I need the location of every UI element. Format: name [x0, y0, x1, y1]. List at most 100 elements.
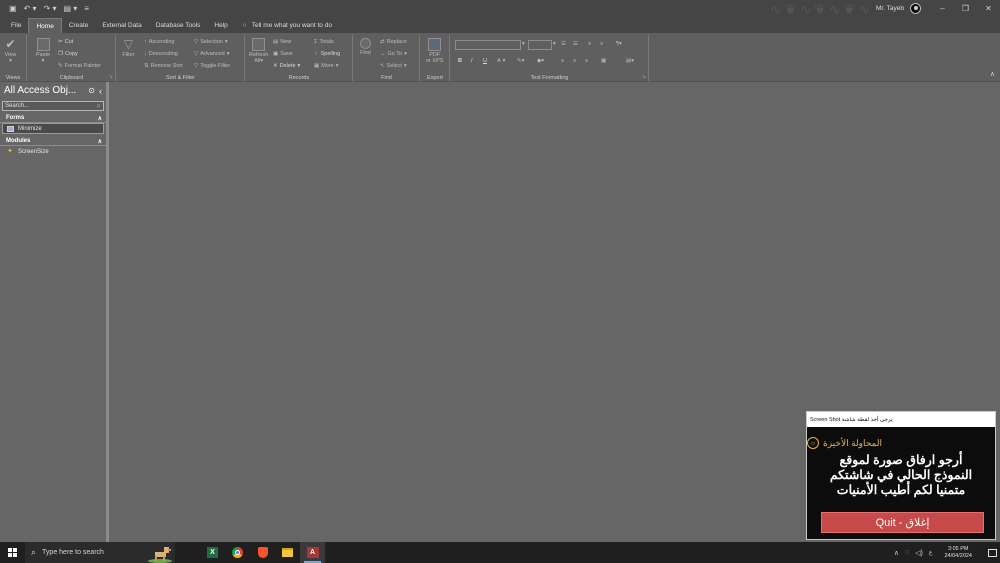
align-left-icon[interactable]: ≡: [561, 58, 564, 64]
refresh-all-button[interactable]: Refresh All▾: [249, 38, 268, 64]
bold-button[interactable]: B: [458, 58, 462, 64]
collapse-section-icon[interactable]: ∧: [98, 138, 102, 145]
italic-button[interactable]: I: [471, 58, 473, 64]
language-indicator-icon[interactable]: ع: [929, 549, 933, 556]
tab-help[interactable]: Help: [207, 18, 234, 33]
paragraph-direction-icon[interactable]: ¶▾: [616, 41, 622, 47]
clock[interactable]: 3:05 PM 24/04/2024: [938, 546, 978, 560]
align-right-icon[interactable]: ≡: [585, 58, 588, 64]
align-center-icon[interactable]: ≡: [573, 58, 576, 64]
totals-button[interactable]: Σ Totals: [314, 39, 334, 45]
advanced-button[interactable]: ▽ Advanced ▾: [194, 51, 229, 57]
nav-item-screensize-module[interactable]: ✦ ScreenSize: [0, 146, 106, 157]
taskbar-search[interactable]: ⌕ Type here to search: [25, 542, 175, 563]
text-formatting-launcher-icon[interactable]: ↘: [642, 74, 646, 80]
taskbar-search-placeholder: Type here to search: [42, 549, 104, 556]
network-icon[interactable]: ◌: [905, 549, 909, 556]
new-record-button[interactable]: ▤ New: [273, 39, 291, 45]
nav-section-forms[interactable]: Forms ∧: [0, 114, 106, 123]
arrow-right-icon: →: [380, 51, 386, 57]
start-button[interactable]: [0, 542, 25, 563]
cut-button[interactable]: ✂ Cut: [58, 39, 73, 45]
paste-button[interactable]: Paste ▾: [36, 38, 50, 64]
goto-button[interactable]: → Go To ▾: [380, 51, 407, 57]
nav-search-input[interactable]: Search...: [5, 103, 97, 109]
tell-me-box[interactable]: ○ Tell me what you want to do: [235, 18, 332, 33]
tab-create[interactable]: Create: [62, 18, 96, 33]
font-size-dropdown-icon[interactable]: ▾: [553, 41, 556, 47]
highlight-color-icon[interactable]: ✎▾: [517, 58, 524, 64]
replace-button[interactable]: ⇄ Replace: [380, 39, 407, 45]
copy-button[interactable]: ❐ Copy: [58, 51, 78, 57]
popup-heading-row: المحاولة الأخيرة ☼: [807, 427, 995, 449]
new-label: New: [280, 39, 292, 45]
chrome-app[interactable]: [225, 542, 250, 563]
descending-button[interactable]: ↓ Descending: [144, 51, 178, 57]
ribbon: ✔ View ▾ Views Paste ▾ ✂ Cut ❐ Copy ✎ Format …: [0, 33, 1000, 82]
notifications-icon[interactable]: [984, 542, 1000, 563]
module-icon: ✦: [7, 148, 13, 155]
tab-home[interactable]: Home: [28, 18, 62, 33]
select-button[interactable]: ↖ Select ▾: [380, 63, 407, 69]
save-record-button[interactable]: ▣ Save: [273, 51, 293, 57]
format-painter-button[interactable]: ✎ Format Painter: [58, 63, 101, 69]
view-icon[interactable]: ▤ ▾: [63, 4, 77, 13]
collapse-section-icon[interactable]: ∧: [98, 115, 102, 122]
excel-app[interactable]: X: [200, 542, 225, 563]
find-button[interactable]: Find: [360, 38, 371, 56]
alternate-row-color-icon[interactable]: ▤▾: [626, 58, 634, 64]
quit-button[interactable]: Quit - إغلاق: [821, 512, 984, 533]
save-icon[interactable]: ▣: [9, 4, 17, 13]
clipboard-launcher-icon[interactable]: ↘: [109, 74, 113, 80]
tab-external-data[interactable]: External Data: [95, 18, 148, 33]
selection-button[interactable]: ▽ Selection ▾: [194, 39, 228, 45]
gridlines-icon[interactable]: ▦: [601, 58, 606, 64]
more-icon: ▦: [314, 63, 320, 69]
background-color-icon[interactable]: ◆▾: [537, 58, 544, 64]
increase-indent-icon[interactable]: ≡: [600, 41, 603, 47]
avatar[interactable]: [910, 3, 921, 14]
show-hidden-icons-icon[interactable]: ∧: [894, 549, 899, 557]
filter-button[interactable]: ▽ Filter: [122, 38, 135, 59]
brave-app[interactable]: [250, 542, 275, 563]
access-app[interactable]: A: [300, 542, 325, 563]
nav-section-modules[interactable]: Modules ∧: [0, 137, 106, 146]
numbering-icon[interactable]: ☰: [561, 41, 566, 47]
undo-icon[interactable]: ↶ ▾: [24, 4, 37, 13]
bullets-icon[interactable]: ☰: [573, 41, 578, 47]
font-color-button[interactable]: A ▾: [497, 58, 505, 64]
tab-database-tools[interactable]: Database Tools: [149, 18, 208, 33]
tab-file[interactable]: File: [4, 18, 28, 33]
remove-sort-label: Remove Sort: [150, 63, 183, 69]
nav-search-box[interactable]: Search... ⌕: [2, 101, 104, 111]
file-explorer-app[interactable]: [275, 542, 300, 563]
view-button[interactable]: ✔ View ▾: [4, 38, 17, 65]
decrease-indent-icon[interactable]: ≡: [588, 41, 591, 47]
remove-sort-button[interactable]: ⇅ Remove Sort: [144, 63, 183, 69]
redo-icon[interactable]: ↷ ▾: [44, 4, 57, 13]
spelling-button[interactable]: ✓ Spelling: [314, 51, 340, 57]
font-size-select[interactable]: [528, 40, 552, 50]
font-name-select[interactable]: [455, 40, 521, 50]
shutter-bar-collapse-icon[interactable]: ‹: [99, 86, 102, 96]
remove-sort-icon: ⇅: [144, 63, 149, 69]
search-icon[interactable]: ⌕: [97, 101, 101, 111]
more-button[interactable]: ▦ More ▾: [314, 63, 339, 69]
magnifier-icon: [360, 38, 371, 49]
collapse-ribbon-icon[interactable]: ∧: [990, 70, 995, 78]
search-highlight-dog-icon[interactable]: [147, 544, 173, 563]
nav-item-minimize-form[interactable]: Minimize: [2, 123, 104, 134]
close-window-icon[interactable]: ✕: [977, 0, 1000, 17]
nav-menu-chevron-icon[interactable]: ⊙: [88, 86, 95, 95]
clock-time: 3:05 PM: [947, 545, 969, 552]
toggle-filter-button[interactable]: ▽ Toggle Filter: [194, 63, 230, 69]
volume-icon[interactable]: ◁): [915, 549, 923, 557]
font-name-dropdown-icon[interactable]: ▾: [522, 41, 525, 47]
delete-record-button[interactable]: ✕ Delete ▾: [273, 63, 300, 69]
pdf-xps-button[interactable]: PDF or XPS: [426, 38, 443, 64]
underline-button[interactable]: U: [483, 58, 487, 64]
customize-icon[interactable]: ≡: [84, 4, 89, 13]
nav-pane-header[interactable]: All Access Obj... ⊙ ‹: [0, 82, 106, 99]
ascending-button[interactable]: ↑ Ascending: [144, 39, 174, 45]
search-icon: ⌕: [31, 547, 37, 557]
